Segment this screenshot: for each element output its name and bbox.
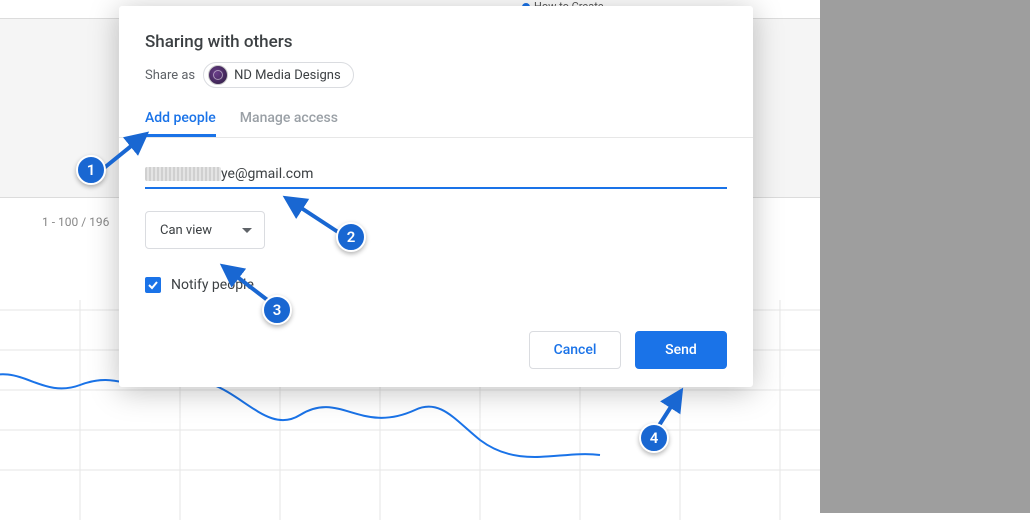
annotation-badge-2: 2 xyxy=(336,222,366,252)
annotation-arrow-1 xyxy=(101,128,156,182)
share-as-row: Share as ND Media Designs xyxy=(119,62,753,106)
redacted-text xyxy=(145,167,221,181)
permission-select[interactable]: Can view xyxy=(145,211,265,249)
share-as-name: ND Media Designs xyxy=(234,68,341,83)
email-input[interactable]: ye@gmail.com xyxy=(145,166,727,189)
annotation-badge-3: 3 xyxy=(262,295,292,325)
checkmark-icon xyxy=(147,279,159,291)
pagination-text: 1 - 100 / 196 xyxy=(42,215,109,229)
share-as-label: Share as xyxy=(145,68,195,83)
permission-label: Can view xyxy=(160,223,212,238)
cancel-button[interactable]: Cancel xyxy=(529,331,621,369)
caret-down-icon xyxy=(242,228,252,233)
tab-manage-access[interactable]: Manage access xyxy=(240,106,338,137)
avatar-icon xyxy=(208,65,228,85)
dialog-tabs: Add people Manage access xyxy=(119,106,753,138)
email-suffix: ye@gmail.com xyxy=(221,166,313,182)
sharing-dialog: Sharing with others Share as ND Media De… xyxy=(119,6,753,387)
annotation-badge-4: 4 xyxy=(639,423,669,453)
annotation-badge-1: 1 xyxy=(76,155,106,185)
side-panel xyxy=(820,0,1030,513)
share-as-selector[interactable]: ND Media Designs xyxy=(203,62,354,88)
send-button[interactable]: Send xyxy=(635,331,727,369)
notify-checkbox[interactable] xyxy=(145,277,161,293)
dialog-title: Sharing with others xyxy=(119,32,753,62)
